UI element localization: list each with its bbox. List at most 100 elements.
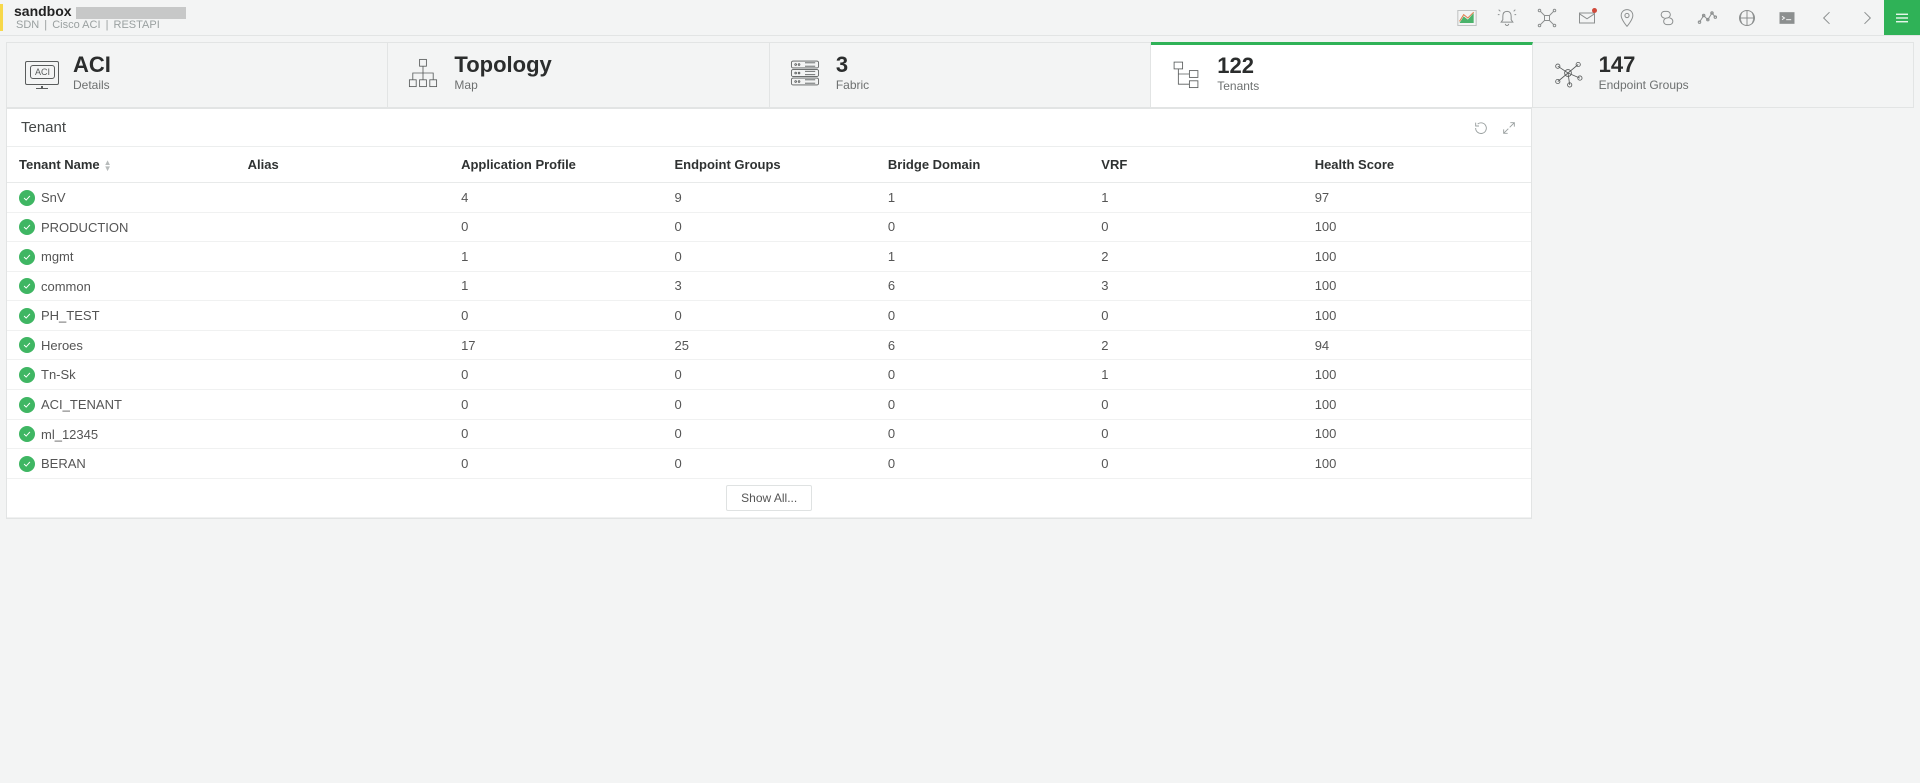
cell-endpoint-groups: 3 bbox=[662, 271, 875, 301]
chart-icon[interactable] bbox=[1456, 7, 1478, 29]
cell-bridge-domain: 0 bbox=[876, 419, 1089, 449]
cell-application-profile: 0 bbox=[449, 419, 662, 449]
activity-graph-icon[interactable] bbox=[1696, 7, 1718, 29]
mail-icon[interactable] bbox=[1576, 7, 1598, 29]
table-row[interactable]: BERAN0000100 bbox=[7, 449, 1531, 479]
navcard-fabric[interactable]: 3 Fabric bbox=[770, 42, 1151, 108]
tenants-tree-icon bbox=[1169, 57, 1203, 91]
navcard-tenants[interactable]: 122 Tenants bbox=[1151, 42, 1532, 108]
col-bridge-domain[interactable]: Bridge Domain bbox=[876, 147, 1089, 183]
table-row[interactable]: Heroes 17256294 bbox=[7, 330, 1531, 360]
table-header-row: Tenant Name▲▼ Alias Application Profile … bbox=[7, 147, 1531, 183]
nav-cards: ACI ACI Details Topology Map 3 Fabric bbox=[0, 36, 1920, 108]
crumb-cisco-aci[interactable]: Cisco ACI bbox=[50, 19, 102, 31]
expand-icon[interactable] bbox=[1501, 120, 1517, 136]
refresh-icon[interactable] bbox=[1473, 120, 1489, 136]
cell-bridge-domain: 0 bbox=[876, 301, 1089, 331]
status-ok-icon bbox=[19, 308, 35, 324]
cell-application-profile: 0 bbox=[449, 449, 662, 479]
cell-health-score: 94 bbox=[1303, 330, 1532, 360]
cell-bridge-domain: 0 bbox=[876, 449, 1089, 479]
toolbar-icons bbox=[1450, 0, 1884, 35]
cell-tenant-name: BERAN bbox=[7, 449, 236, 479]
table-row[interactable]: Tn-Sk0001100 bbox=[7, 360, 1531, 390]
menu-button[interactable] bbox=[1884, 0, 1920, 35]
link-chain-icon[interactable] bbox=[1656, 7, 1678, 29]
status-ok-icon bbox=[19, 397, 35, 413]
col-application-profile[interactable]: Application Profile bbox=[449, 147, 662, 183]
cell-application-profile: 17 bbox=[449, 330, 662, 360]
cell-alias bbox=[236, 271, 449, 301]
navcard-aci[interactable]: ACI ACI Details bbox=[6, 42, 388, 108]
cell-endpoint-groups: 0 bbox=[662, 242, 875, 272]
monitor-icon: ACI bbox=[25, 56, 59, 90]
col-tenant-name[interactable]: Tenant Name▲▼ bbox=[7, 147, 236, 183]
cell-bridge-domain: 6 bbox=[876, 330, 1089, 360]
cell-endpoint-groups: 25 bbox=[662, 330, 875, 360]
cell-endpoint-groups: 9 bbox=[662, 183, 875, 213]
cell-tenant-name: PH_TEST bbox=[7, 301, 236, 331]
globe-icon[interactable] bbox=[1736, 7, 1758, 29]
navcard-topology[interactable]: Topology Map bbox=[388, 42, 769, 108]
cell-alias bbox=[236, 449, 449, 479]
navcard-endpoint-groups[interactable]: 147 Endpoint Groups bbox=[1533, 42, 1914, 108]
navcard-title: 3 bbox=[836, 54, 869, 76]
cell-application-profile: 0 bbox=[449, 389, 662, 419]
fabric-icon bbox=[788, 56, 822, 90]
cell-endpoint-groups: 0 bbox=[662, 301, 875, 331]
cell-alias bbox=[236, 389, 449, 419]
table-row[interactable]: PRODUCTION0000100 bbox=[7, 212, 1531, 242]
masked-region bbox=[76, 7, 186, 19]
table-row[interactable]: SnV491197 bbox=[7, 183, 1531, 213]
status-ok-icon bbox=[19, 249, 35, 265]
cell-application-profile: 0 bbox=[449, 212, 662, 242]
navcard-sub: Endpoint Groups bbox=[1599, 78, 1689, 92]
cell-application-profile: 1 bbox=[449, 242, 662, 272]
terminal-icon[interactable] bbox=[1776, 7, 1798, 29]
show-all-button[interactable]: Show All... bbox=[726, 485, 812, 511]
table-row[interactable]: PH_TEST0000100 bbox=[7, 301, 1531, 331]
navcard-sub: Fabric bbox=[836, 78, 869, 92]
cell-tenant-name: mgmt bbox=[7, 242, 236, 272]
table-row[interactable]: common1363100 bbox=[7, 271, 1531, 301]
cell-vrf: 1 bbox=[1089, 183, 1302, 213]
cell-tenant-name: PRODUCTION bbox=[7, 212, 236, 242]
cell-bridge-domain: 6 bbox=[876, 271, 1089, 301]
nav-prev-icon[interactable] bbox=[1816, 7, 1838, 29]
table-row[interactable]: mgmt1012100 bbox=[7, 242, 1531, 272]
status-ok-icon bbox=[19, 190, 35, 206]
network-hub-icon[interactable] bbox=[1536, 7, 1558, 29]
navcard-sub: Map bbox=[454, 78, 551, 92]
col-endpoint-groups[interactable]: Endpoint Groups bbox=[662, 147, 875, 183]
crumb-restapi[interactable]: RESTAPI bbox=[112, 19, 162, 31]
cell-alias bbox=[236, 301, 449, 331]
navcard-title: ACI bbox=[73, 54, 111, 76]
top-bar: sandbox SDN | Cisco ACI | RESTAPI bbox=[0, 0, 1920, 36]
cell-tenant-name: Heroes bbox=[7, 330, 236, 360]
nav-next-icon[interactable] bbox=[1856, 7, 1878, 29]
col-vrf[interactable]: VRF bbox=[1089, 147, 1302, 183]
table-row[interactable]: ACI_TENANT0000100 bbox=[7, 389, 1531, 419]
cell-endpoint-groups: 0 bbox=[662, 419, 875, 449]
navcard-title: 122 bbox=[1217, 55, 1259, 77]
cell-health-score: 100 bbox=[1303, 449, 1532, 479]
navcard-sub: Details bbox=[73, 78, 111, 92]
cell-alias bbox=[236, 360, 449, 390]
cell-tenant-name: SnV bbox=[7, 183, 236, 213]
cell-bridge-domain: 0 bbox=[876, 212, 1089, 242]
cell-vrf: 2 bbox=[1089, 242, 1302, 272]
alert-bell-icon[interactable] bbox=[1496, 7, 1518, 29]
crumb-sdn[interactable]: SDN bbox=[14, 19, 41, 31]
col-alias[interactable]: Alias bbox=[236, 147, 449, 183]
table-row[interactable]: ml_123450000100 bbox=[7, 419, 1531, 449]
cell-alias bbox=[236, 242, 449, 272]
cell-application-profile: 4 bbox=[449, 183, 662, 213]
cell-vrf: 0 bbox=[1089, 212, 1302, 242]
col-health-score[interactable]: Health Score bbox=[1303, 147, 1532, 183]
location-pin-icon[interactable] bbox=[1616, 7, 1638, 29]
page-title-text: sandbox bbox=[14, 3, 72, 19]
cell-bridge-domain: 1 bbox=[876, 242, 1089, 272]
cell-vrf: 2 bbox=[1089, 330, 1302, 360]
tenant-table: Tenant Name▲▼ Alias Application Profile … bbox=[7, 147, 1531, 518]
status-ok-icon bbox=[19, 278, 35, 294]
